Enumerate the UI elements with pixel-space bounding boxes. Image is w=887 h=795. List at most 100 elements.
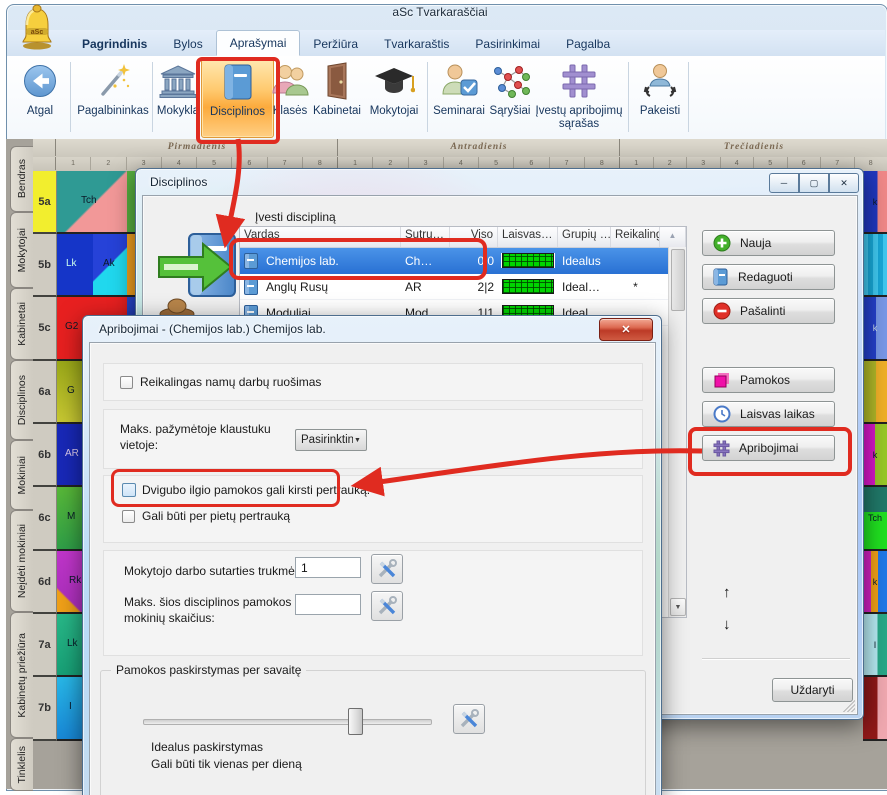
lesson-cell[interactable]: LkAk (57, 234, 135, 297)
table-header: Vardas Sutru… Viso Laisvas… Grupių … Rei… (240, 227, 686, 248)
tab-pasirinkimai[interactable]: Pasirinkimai (462, 32, 553, 56)
sidetab-disciplinos[interactable]: Disciplinos (10, 360, 33, 440)
sidetab-kabinetai[interactable]: Kabinetai (10, 288, 33, 360)
plus-icon (713, 234, 731, 252)
sidetab-tinklelis[interactable]: Tinklelis (10, 738, 33, 791)
lesson-cell[interactable]: Tch (57, 171, 135, 234)
toolbar-button-label: Seminarai (433, 105, 485, 118)
double-lessons-checkbox[interactable] (122, 483, 136, 497)
class-row-label[interactable]: 6d (33, 551, 57, 614)
close-button[interactable]: ✕ (829, 173, 859, 193)
max-students-input[interactable] (295, 594, 361, 615)
column-header[interactable]: Viso (450, 227, 498, 247)
lesson-cell[interactable]: Tch (863, 487, 887, 551)
lesson-cell[interactable]: k (863, 551, 887, 614)
distribution-slider-track[interactable] (143, 719, 432, 725)
scrollbar-thumb[interactable] (671, 249, 685, 311)
apribojimai-button[interactable]: Apribojimai (702, 435, 835, 461)
toolbar-button-ivestu-apribojimu-sarasas[interactable]: Įvestų apribojimų sąrašas (533, 58, 625, 136)
class-row-label[interactable]: 6b (33, 424, 57, 487)
lesson-label: I (69, 701, 72, 712)
sidetab-kabinetu-prieziura[interactable]: Kabinetų priežiūra (10, 612, 33, 738)
sort-asc-icon[interactable]: ▲ (660, 227, 686, 247)
students-icon (270, 58, 310, 104)
lesson-cell[interactable] (863, 361, 887, 424)
tab-bylos[interactable]: Bylos (160, 32, 215, 56)
tab-aprasymai[interactable]: Aprašymai (216, 30, 301, 56)
tab-pagalba[interactable]: Pagalba (553, 32, 623, 56)
scroll-down-button[interactable]: ▼ (670, 598, 686, 616)
class-row-label[interactable]: 5b (33, 234, 57, 297)
class-row-label[interactable]: 6a (33, 361, 57, 424)
app-bell-icon[interactable]: aSc (18, 4, 56, 56)
button-label: Nauja (740, 236, 771, 250)
resize-grip[interactable] (843, 700, 855, 712)
class-row-label[interactable]: 5a (33, 171, 57, 234)
column-header[interactable]: Reikaling (611, 227, 660, 247)
lesson-label: Tch (868, 513, 882, 523)
distribution-tools-button[interactable] (453, 704, 485, 734)
toolbar-button-kabinetai[interactable]: Kabinetai (309, 58, 365, 136)
column-header[interactable]: Vardas (240, 227, 401, 247)
lesson-cell[interactable]: k (863, 424, 887, 487)
homework-checkbox[interactable] (120, 376, 133, 389)
move-up-button[interactable]: ↑ (723, 584, 731, 601)
toolbar-button-disciplinos[interactable]: Disciplinos (201, 58, 274, 138)
class-row-label[interactable]: 7b (33, 677, 57, 741)
lesson-label: I (874, 640, 877, 650)
contract-input[interactable] (295, 557, 361, 578)
cell-group: Ideal… (558, 280, 611, 294)
pamokos-button[interactable]: Pamokos (702, 367, 835, 393)
column-header[interactable]: Grupių … (558, 227, 611, 247)
max-students-tools-button[interactable] (371, 591, 403, 621)
distribution-note: Gali būti tik vienas per dieną (151, 757, 302, 773)
toolbar-button-pakeisti[interactable]: Pakeisti (635, 58, 685, 136)
tab-pagrindinis[interactable]: Pagrindinis (69, 32, 160, 56)
sidetab-bendras[interactable]: Bendras (10, 146, 33, 212)
lesson-cell[interactable]: k (863, 171, 887, 234)
free-time-grid (502, 253, 554, 268)
lesson-label: G (67, 385, 75, 396)
toolbar-button-seminarai[interactable]: Seminarai (432, 58, 486, 136)
magenta-square-icon (713, 371, 731, 389)
lesson-label: Lk (67, 638, 78, 649)
free-time-grid (502, 279, 554, 294)
max-marked-dropdown[interactable]: Pasirinktina ▼ (295, 429, 367, 451)
class-row-label[interactable]: 6c (33, 487, 57, 551)
sidetab-mokytojai[interactable]: Mokytojai (10, 212, 33, 288)
distribution-note: Idealus paskirstymas (151, 740, 263, 756)
table-row-anglu-rusu[interactable]: Anglų Rusų AR 2|2 Ideal… * (240, 274, 686, 300)
sidetab-neideti-mokiniai[interactable]: Neįdėti mokiniai (10, 510, 33, 612)
nauja-button[interactable]: Nauja (702, 230, 835, 256)
close-button[interactable]: ✕ (599, 318, 653, 341)
distribution-slider-thumb[interactable] (348, 708, 363, 735)
column-header[interactable]: Laisvas… (498, 227, 558, 247)
lesson-cell[interactable] (863, 234, 887, 297)
lesson-cell[interactable] (863, 677, 887, 741)
toolbar-button-klases[interactable]: Klasės (272, 58, 308, 136)
class-row-label[interactable]: 5c (33, 297, 57, 361)
lesson-cell[interactable]: I (863, 614, 887, 677)
toolbar-button-mokykla[interactable]: Mokykla (154, 58, 202, 136)
minimize-button[interactable]: ─ (769, 173, 799, 193)
tab-perziura[interactable]: Peržiūra (300, 32, 371, 56)
laisvas-laikas-button[interactable]: Laisvas laikas (702, 401, 835, 427)
class-row-label[interactable]: 7a (33, 614, 57, 677)
table-scrollbar[interactable]: ▼ (668, 247, 686, 617)
tab-tvarkarastis[interactable]: Tvarkaraštis (371, 32, 462, 56)
toolbar-button-mokytojai[interactable]: Mokytojai (366, 58, 422, 136)
column-header[interactable]: Sutru… (401, 227, 450, 247)
table-row-chemijos-lab[interactable]: Chemijos lab. Ch… 0|0 Idealus (240, 248, 686, 274)
sidetab-mokiniai[interactable]: Mokiniai (10, 440, 33, 510)
pasalinti-button[interactable]: Pašalinti (702, 298, 835, 324)
toolbar-button-atgal[interactable]: Atgal (14, 58, 66, 136)
redaguoti-button[interactable]: Redaguoti (702, 264, 835, 290)
uzdaryti-button[interactable]: Uždaryti (772, 678, 853, 702)
toolbar-button-pagalbininkas[interactable]: Pagalbininkas (76, 58, 150, 136)
move-down-button[interactable]: ↓ (723, 616, 731, 633)
lunch-break-checkbox[interactable] (122, 510, 135, 523)
toolbar-button-sarysiai[interactable]: Sąryšiai (487, 58, 533, 136)
contract-tools-button[interactable] (371, 554, 403, 584)
lesson-cell[interactable]: k (863, 297, 887, 361)
maximize-button[interactable]: ▢ (799, 173, 829, 193)
